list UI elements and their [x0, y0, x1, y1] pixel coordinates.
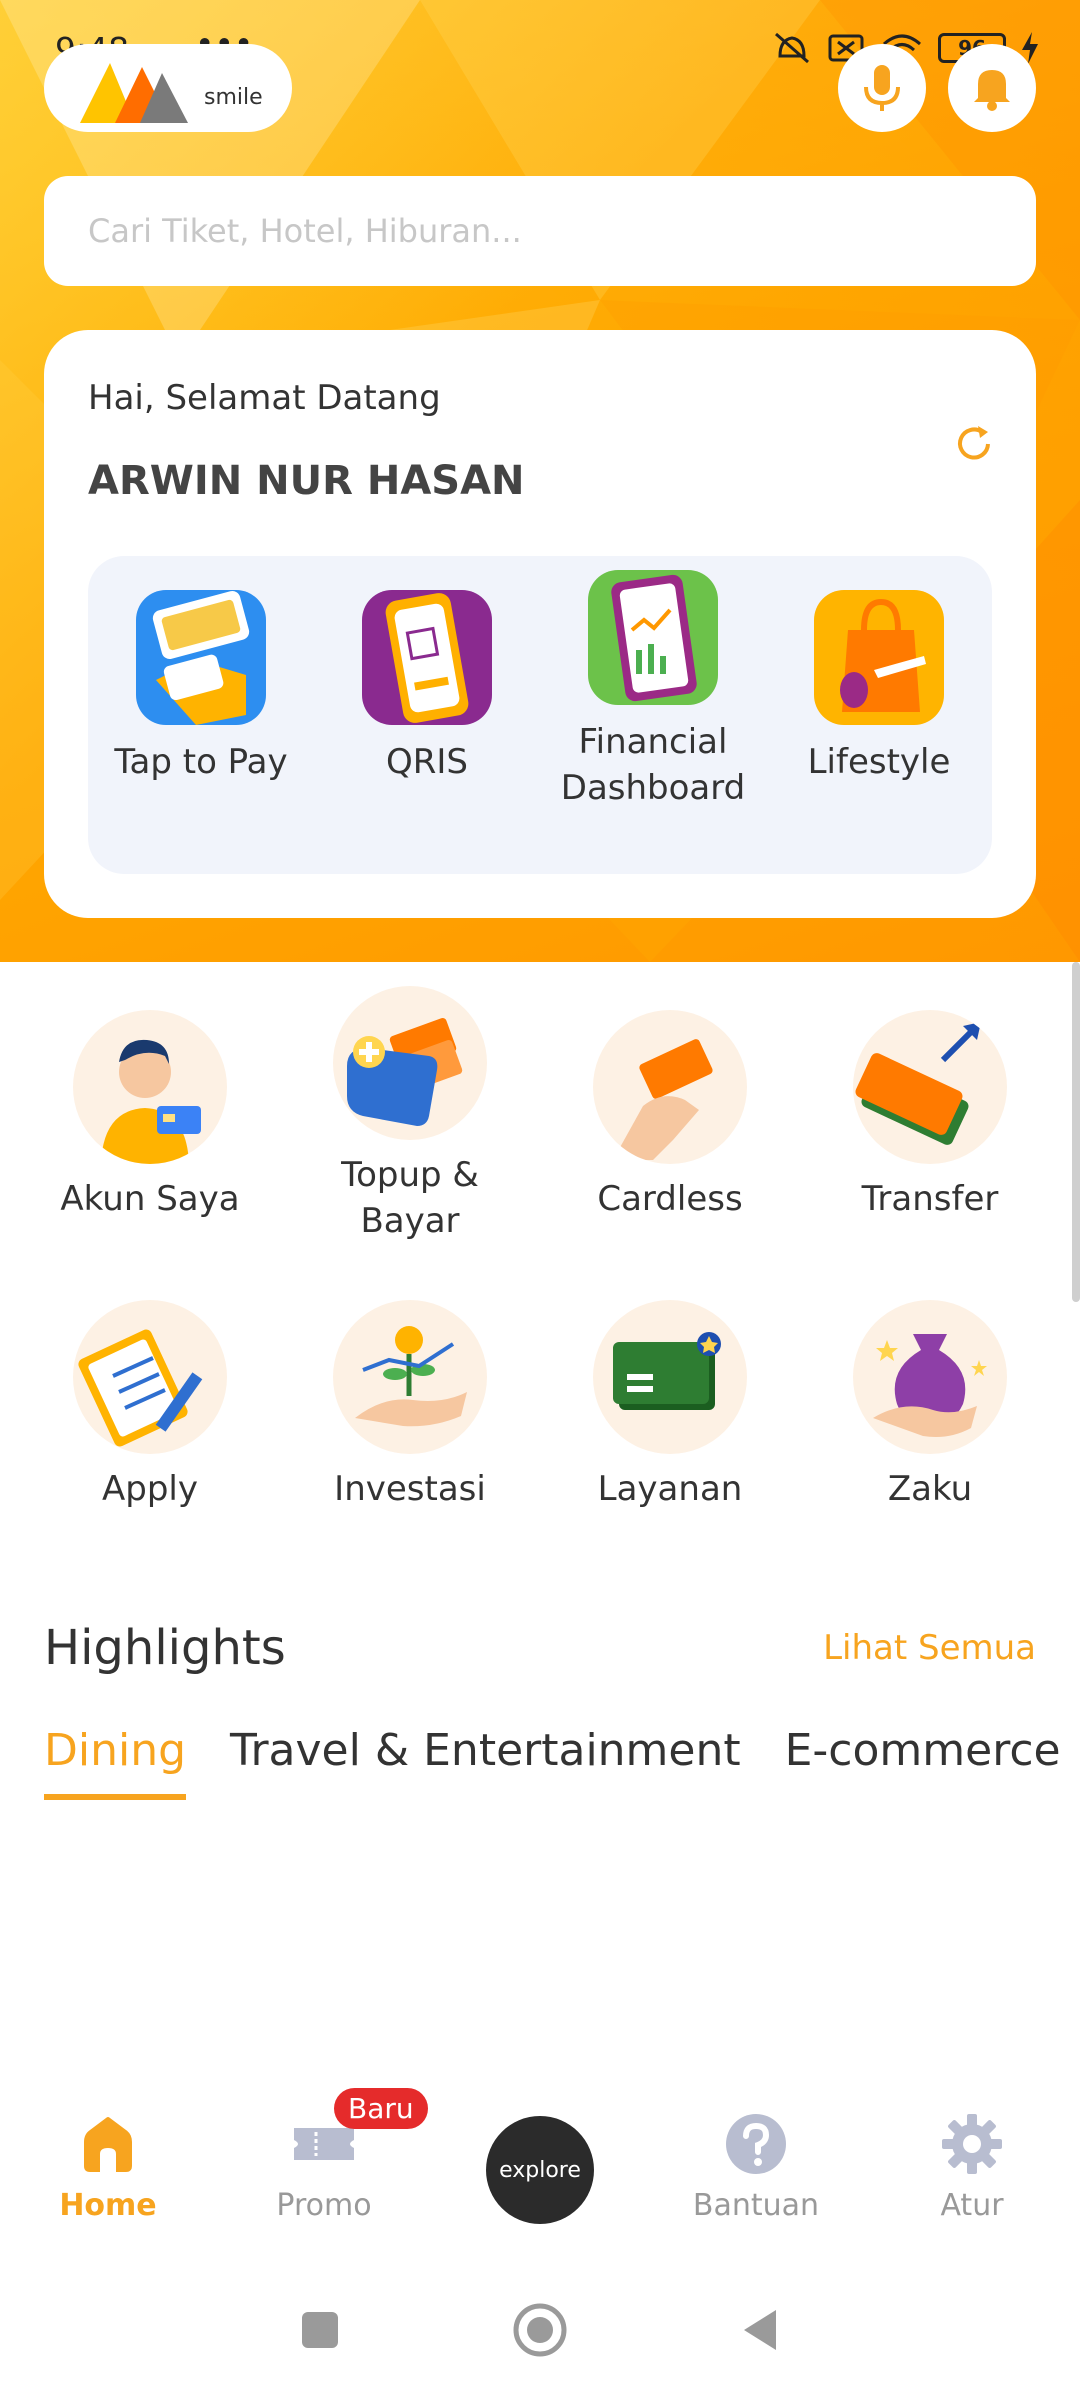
home-icon — [84, 2117, 132, 2172]
investment-icon — [333, 1300, 487, 1454]
tab-dining[interactable]: Dining — [44, 1725, 187, 1800]
nav-explore[interactable]: explore — [440, 2112, 640, 2224]
menu-label: Investasi — [334, 1469, 486, 1509]
recent-apps-icon[interactable] — [298, 2308, 342, 2352]
back-icon[interactable] — [738, 2306, 782, 2354]
menu-item-layanan[interactable]: Layanan — [550, 1300, 790, 1512]
tab-travel-entertainment[interactable]: Travel & Entertainment — [230, 1725, 741, 1800]
menu-item-transfer[interactable]: Transfer — [810, 1010, 1050, 1244]
menu-label: Topup & Bayar — [341, 1155, 479, 1241]
help-icon — [726, 2114, 786, 2174]
quick-action-qris[interactable]: QRIS — [322, 590, 532, 785]
wallet-icon — [333, 986, 487, 1140]
brand-name: smile — [204, 84, 263, 110]
home-system-icon[interactable] — [512, 2302, 568, 2358]
financial-dashboard-icon — [588, 570, 718, 705]
menu-label: Apply — [102, 1469, 198, 1509]
menu-label: Layanan — [597, 1469, 743, 1509]
menu-label: Cardless — [597, 1179, 743, 1219]
scrollbar[interactable] — [1072, 962, 1080, 1302]
quick-action-tap-to-pay[interactable]: Tap to Pay — [96, 590, 306, 785]
search-input[interactable]: Cari Tiket, Hotel, Hiburan... — [44, 176, 1036, 286]
card-service-icon — [593, 1300, 747, 1454]
menu-label: Zaku — [887, 1469, 973, 1509]
account-icon — [73, 1010, 227, 1164]
menu-row-1: Akun Saya Topup & Bayar Cardless Transfe… — [0, 986, 1080, 1244]
quick-action-lifestyle[interactable]: Lifestyle — [774, 590, 984, 785]
voice-button[interactable] — [838, 44, 926, 132]
quick-action-label: Tap to Pay — [114, 742, 288, 782]
menu-item-zaku[interactable]: Zaku — [810, 1300, 1050, 1512]
highlights-title: Highlights — [44, 1620, 286, 1676]
nav-label: Bantuan — [692, 2188, 820, 2223]
money-bag-icon — [853, 1300, 1007, 1454]
menu-label: Transfer — [861, 1179, 999, 1219]
cash-hand-icon — [593, 1010, 747, 1164]
search-placeholder: Cari Tiket, Hotel, Hiburan... — [88, 212, 522, 250]
highlights-header: Highlights Lihat Semua — [44, 1620, 1036, 1676]
menu-item-cardless[interactable]: Cardless — [550, 1010, 790, 1244]
menu-row-2: Apply Investasi Layanan Zaku — [0, 1300, 1080, 1512]
quick-action-label: QRIS — [386, 742, 468, 782]
quick-action-label: Lifestyle — [807, 742, 951, 782]
welcome-card: Hai, Selamat Datang ARWIN NUR HASAN Tap … — [44, 330, 1036, 918]
quick-action-label: Financial Dashboard — [560, 722, 746, 808]
menu-label: Akun Saya — [60, 1179, 240, 1219]
quick-actions: Tap to Pay QRIS Financial Dashboard Life… — [88, 556, 992, 874]
bell-icon — [974, 70, 1010, 111]
main-menu: Akun Saya Topup & Bayar Cardless Transfe… — [0, 986, 1080, 1512]
tap-to-pay-icon — [136, 590, 266, 725]
brand-logo[interactable]: smile — [44, 44, 292, 132]
menu-item-akun-saya[interactable]: Akun Saya — [30, 1010, 270, 1244]
highlights-tabs: Dining Travel & Entertainment E-commerce — [44, 1725, 1061, 1800]
nav-atur[interactable]: Atur — [872, 2112, 1072, 2223]
qris-icon — [362, 590, 492, 725]
nav-label: Promo — [276, 2188, 372, 2223]
mute-icon — [775, 32, 809, 64]
tab-ecommerce[interactable]: E-commerce — [785, 1725, 1061, 1800]
nav-promo[interactable]: Baru Promo — [224, 2088, 428, 2223]
logo-icon — [80, 53, 190, 123]
see-all-link[interactable]: Lihat Semua — [823, 1628, 1036, 1668]
nav-label: Home — [59, 2188, 157, 2223]
explore-button[interactable]: explore — [486, 2116, 594, 2224]
system-navigation — [0, 2290, 1080, 2370]
notification-button[interactable] — [948, 44, 1036, 132]
clipboard-icon — [73, 1300, 227, 1454]
greeting-text: Hai, Selamat Datang — [88, 378, 441, 418]
lifestyle-icon — [814, 590, 944, 725]
microphone-icon — [864, 65, 900, 111]
refresh-icon[interactable] — [952, 422, 996, 466]
gear-icon — [942, 2114, 1002, 2174]
new-badge: Baru — [334, 2088, 428, 2129]
menu-item-apply[interactable]: Apply — [30, 1300, 270, 1512]
quick-action-financial-dashboard[interactable]: Financial Dashboard — [548, 570, 758, 811]
nav-label: Atur — [940, 2188, 1004, 2223]
menu-item-investasi[interactable]: Investasi — [290, 1300, 530, 1512]
transfer-icon — [853, 1010, 1007, 1164]
user-name: ARWIN NUR HASAN — [88, 458, 525, 504]
nav-bantuan[interactable]: Bantuan — [656, 2112, 856, 2223]
nav-home[interactable]: Home — [8, 2112, 208, 2223]
bottom-navigation: Home Baru Promo explore Bantuan Atur — [0, 2080, 1080, 2240]
menu-item-topup-bayar[interactable]: Topup & Bayar — [290, 986, 530, 1244]
header-background: 9:48 ••• 96 smile — [0, 0, 1080, 962]
